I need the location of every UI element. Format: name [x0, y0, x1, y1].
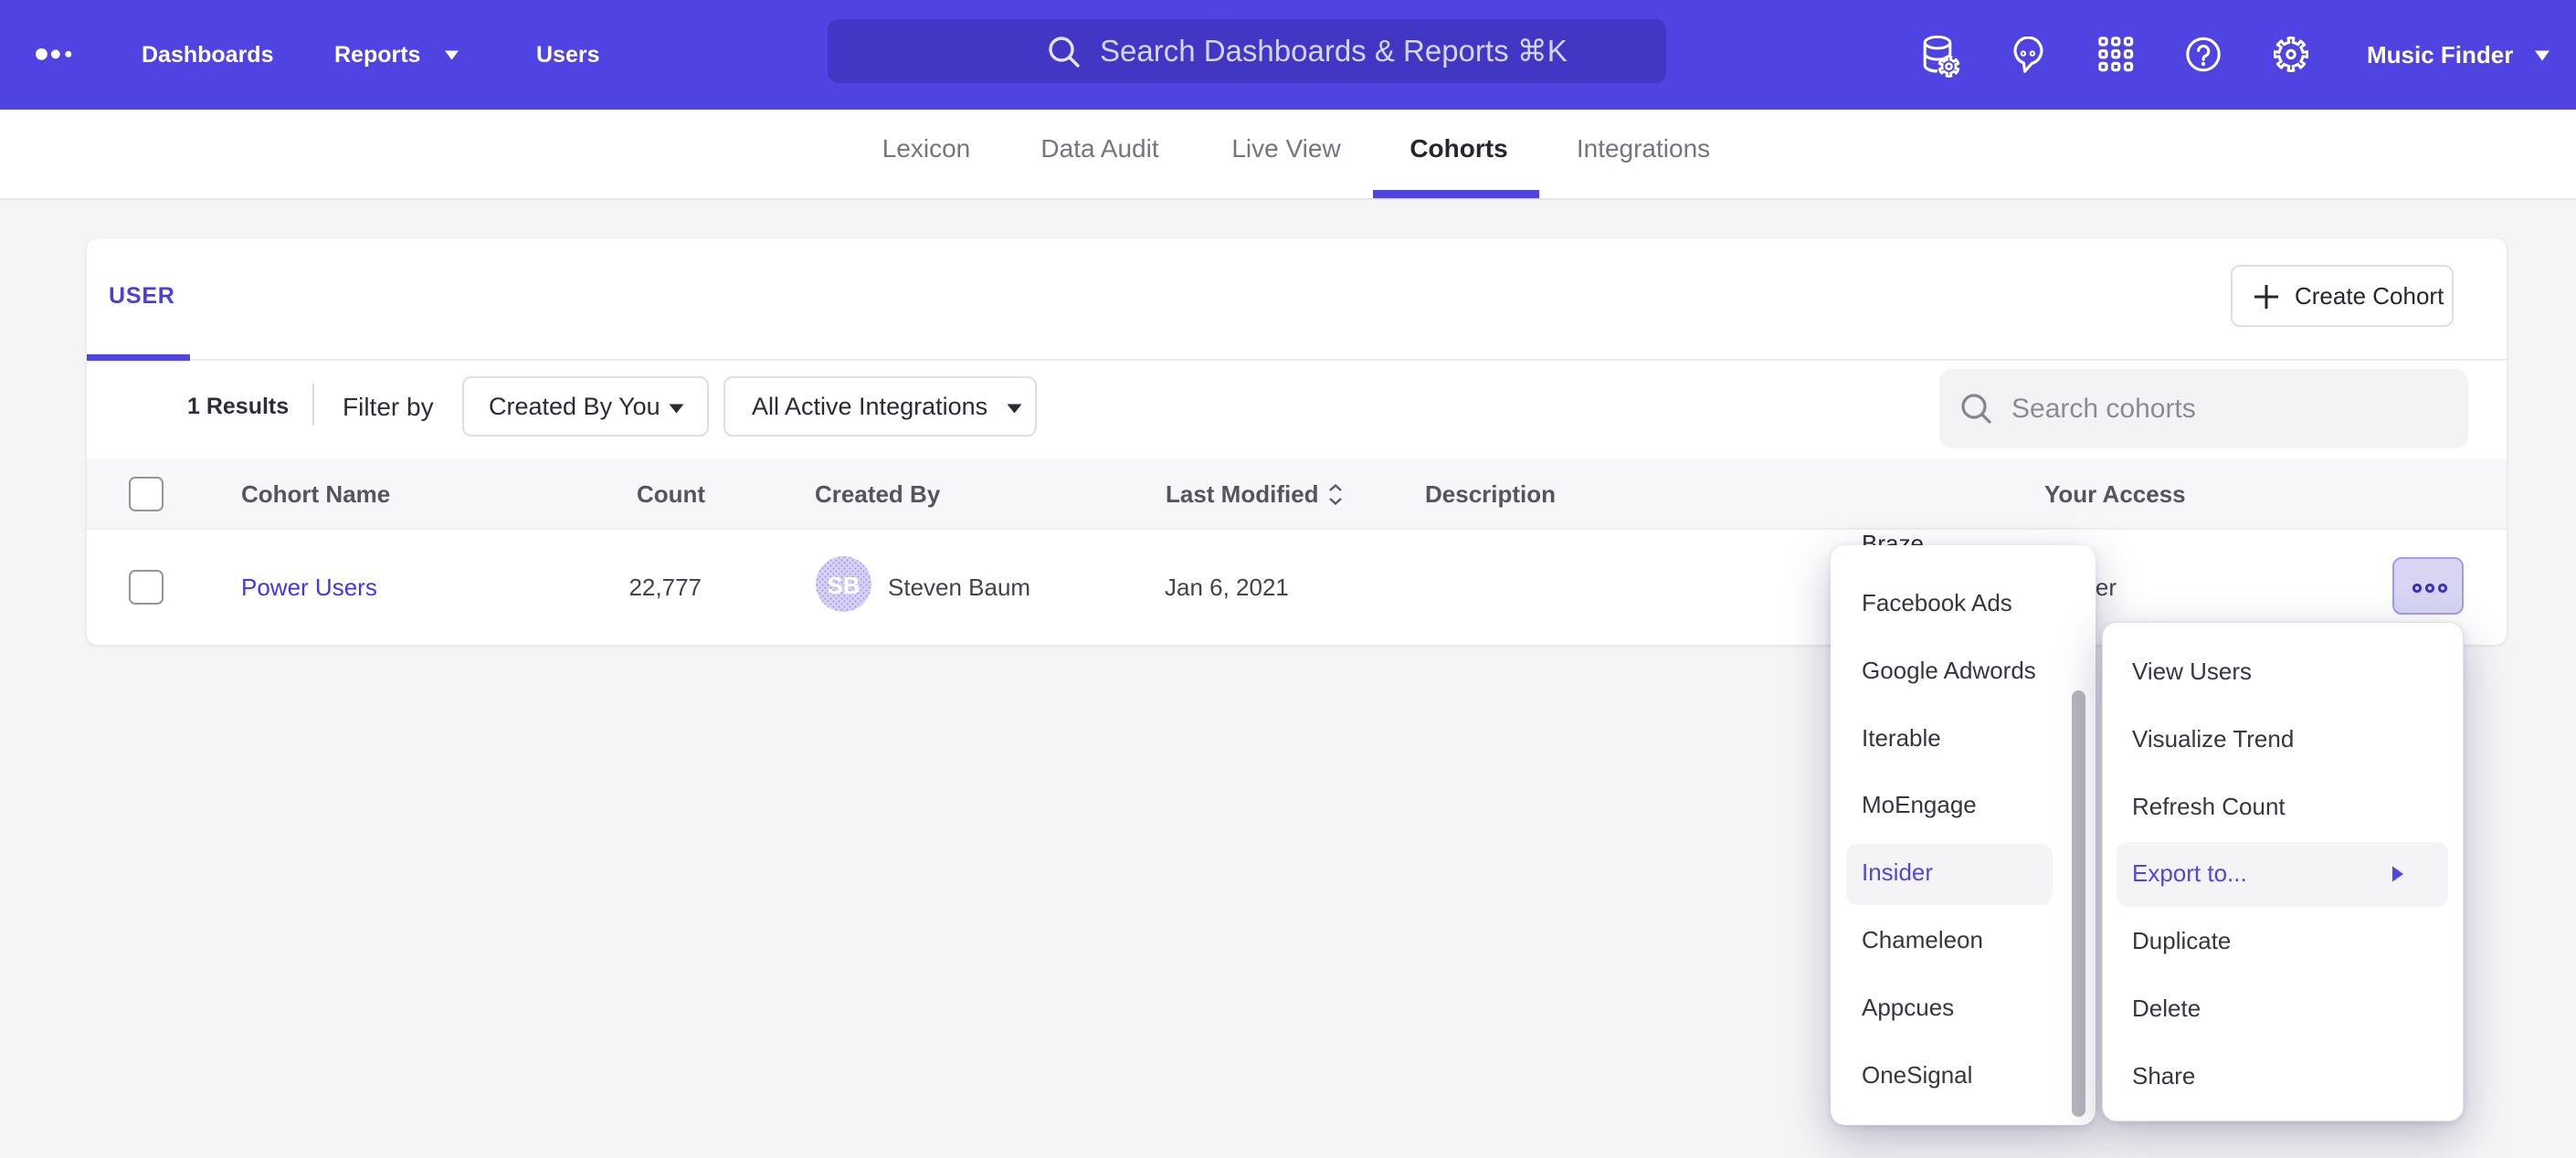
svg-text:SB: SB [827, 572, 860, 599]
